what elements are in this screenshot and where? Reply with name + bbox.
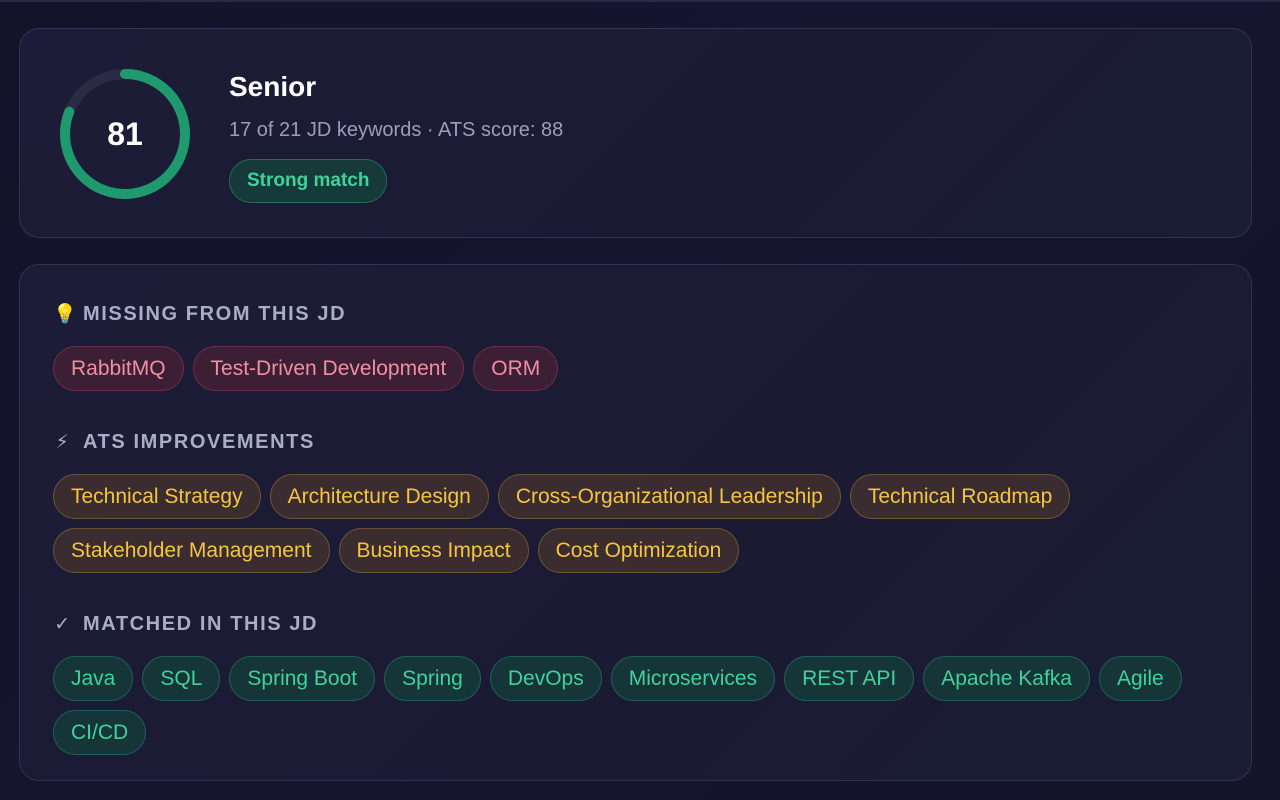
matched-section-label: MATCHED IN THIS JD bbox=[83, 612, 319, 635]
ats-improvement-tag: Technical Roadmap bbox=[849, 474, 1071, 519]
matched-keyword-tag: CI/CD bbox=[53, 710, 147, 755]
top-divider bbox=[0, 0, 1280, 2]
missing-keyword-tag: Test-Driven Development bbox=[192, 346, 465, 391]
matched-keyword-tag: Spring Boot bbox=[229, 656, 376, 701]
lightning-icon: ⚡ bbox=[55, 431, 71, 453]
score-value: 81 bbox=[107, 115, 143, 152]
matched-keyword-tag: Apache Kafka bbox=[923, 656, 1090, 701]
match-badge: Strong match bbox=[229, 159, 388, 203]
improvement-tags: Technical Strategy Architecture Design Cro… bbox=[53, 474, 1213, 573]
ats-improvement-tag: Architecture Design bbox=[269, 474, 489, 519]
score-ring: 81 bbox=[58, 67, 192, 201]
score-card: 81 Senior 17 of 21 JD keywords · ATS sco… bbox=[19, 28, 1252, 238]
matched-keyword-tag: REST API bbox=[784, 656, 915, 701]
matched-keyword-tag: SQL bbox=[142, 656, 221, 701]
missing-keyword-tag: ORM bbox=[473, 346, 559, 391]
ats-improvement-tag: Stakeholder Management bbox=[53, 528, 330, 573]
lightbulb-icon: 💡 bbox=[53, 304, 79, 325]
missing-keyword-tag: RabbitMQ bbox=[53, 346, 184, 391]
matched-section-title: ✓ MATCHED IN THIS JD bbox=[53, 611, 1251, 637]
matched-keyword-tag: Spring bbox=[384, 656, 481, 701]
matched-keyword-tag: DevOps bbox=[489, 656, 602, 701]
matched-keyword-tag: Java bbox=[53, 656, 134, 701]
matched-keyword-tag: Microservices bbox=[610, 656, 776, 701]
checkmark-icon: ✓ bbox=[54, 613, 72, 635]
ats-improvement-tag: Cost Optimization bbox=[537, 528, 740, 573]
keywords-card: 💡 MISSING FROM THIS JD RabbitMQ Test-Driv… bbox=[19, 264, 1252, 781]
ats-improvement-tag: Business Impact bbox=[338, 528, 529, 573]
improvements-section-label: ATS IMPROVEMENTS bbox=[83, 430, 315, 453]
improvements-section-title: ⚡ ATS IMPROVEMENTS bbox=[53, 429, 1251, 455]
missing-tags: RabbitMQ Test-Driven Development ORM bbox=[53, 346, 1213, 391]
ats-improvement-tag: Cross-Organizational Leadership bbox=[497, 474, 841, 519]
matched-tags: Java SQL Spring Boot Spring DevOps Microservi… bbox=[53, 656, 1213, 755]
keyword-summary: 17 of 21 JD keywords · ATS score: 88 bbox=[229, 119, 564, 141]
missing-section-title: 💡 MISSING FROM THIS JD bbox=[53, 301, 1251, 327]
score-info: Senior 17 of 21 JD keywords · ATS score:… bbox=[229, 69, 563, 203]
ats-improvement-tag: Technical Strategy bbox=[53, 474, 261, 519]
seniority-level: Senior bbox=[229, 71, 317, 102]
matched-keyword-tag: Agile bbox=[1098, 656, 1182, 701]
missing-section-label: MISSING FROM THIS JD bbox=[83, 302, 347, 325]
